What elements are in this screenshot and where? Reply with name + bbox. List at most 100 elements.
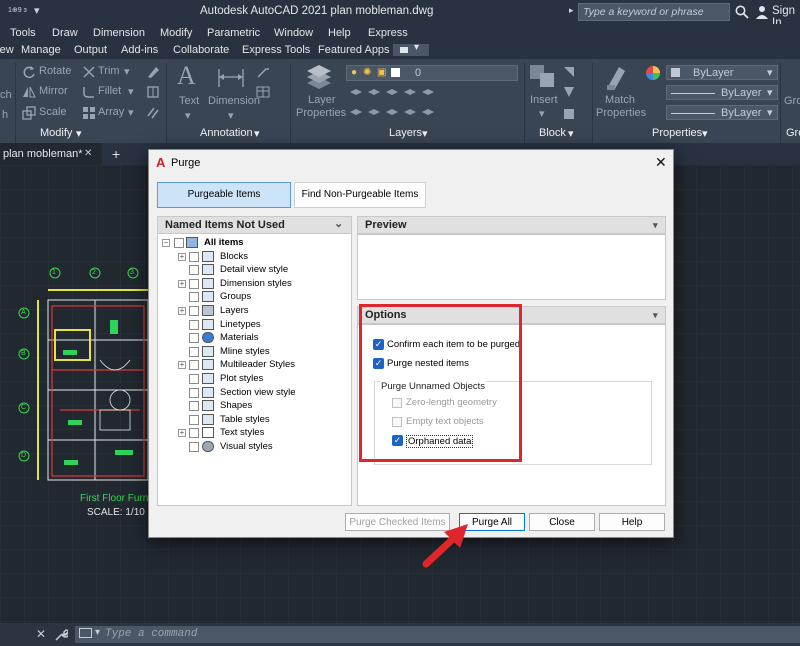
close-tab-icon[interactable]: ✕ bbox=[84, 148, 92, 159]
menu-dimension[interactable]: Dimension bbox=[93, 27, 145, 39]
erase-icon[interactable] bbox=[146, 65, 160, 79]
modify-panel-label[interactable]: Modify bbox=[40, 127, 72, 139]
scale-button[interactable]: Scale bbox=[39, 106, 67, 118]
tab-manage[interactable]: Manage bbox=[21, 44, 61, 56]
layers-panel-dropdown-icon[interactable]: ▾ bbox=[422, 127, 428, 140]
layer-dropdown[interactable]: ● ✺ ▣ 0 bbox=[346, 65, 518, 81]
color-dropdown[interactable]: ByLayer ▾ bbox=[666, 65, 778, 80]
tree-checkbox[interactable] bbox=[189, 442, 199, 452]
draw-fragment-1[interactable]: ch bbox=[0, 89, 12, 101]
doctab-plan-mobleman[interactable]: plan mobleman* ✕ bbox=[0, 143, 102, 165]
mirror-button[interactable]: Mirror bbox=[39, 85, 68, 97]
menu-express[interactable]: Express bbox=[368, 27, 408, 39]
search-expand-icon[interactable]: ▸ bbox=[569, 5, 574, 16]
tree-checkbox[interactable] bbox=[189, 401, 199, 411]
layer-properties-label-2[interactable]: Properties bbox=[296, 107, 346, 119]
table-icon[interactable] bbox=[256, 85, 270, 99]
tree-item-detail-view[interactable]: Detail view style bbox=[220, 264, 288, 277]
menu-draw[interactable]: Draw bbox=[52, 27, 78, 39]
tree-checkbox[interactable] bbox=[174, 238, 184, 248]
tree-item-groups[interactable]: Groups bbox=[220, 291, 251, 304]
quick-access-toolbar[interactable]: 1⊕9 ɜ bbox=[8, 6, 27, 14]
menu-tools[interactable]: Tools bbox=[10, 27, 36, 39]
layers-panel-label[interactable]: Layers bbox=[389, 127, 422, 139]
tree-item-table-styles[interactable]: Table styles bbox=[220, 414, 270, 427]
groups-panel-label[interactable]: Gro bbox=[786, 127, 800, 139]
block-tools-icons[interactable] bbox=[562, 65, 576, 125]
tab-collaborate[interactable]: Collaborate bbox=[173, 44, 229, 56]
linetype-dropdown[interactable]: ByLayer ▾ bbox=[666, 85, 778, 100]
close-dialog-icon[interactable]: ✕ bbox=[655, 154, 667, 171]
collapse-chevron-icon[interactable]: ⌄ bbox=[334, 216, 343, 232]
menu-parametric[interactable]: Parametric bbox=[207, 27, 260, 39]
properties-panel-label[interactable]: Properties bbox=[652, 127, 702, 139]
lineweight-dropdown[interactable]: ByLayer ▾ bbox=[666, 105, 778, 120]
match-label-2[interactable]: Properties bbox=[596, 107, 646, 119]
menu-modify[interactable]: Modify bbox=[160, 27, 192, 39]
expand-icon[interactable]: + bbox=[178, 280, 186, 288]
text-button[interactable]: Text bbox=[179, 95, 199, 107]
tree-item-materials[interactable]: Materials bbox=[220, 332, 259, 345]
tree-checkbox[interactable] bbox=[189, 333, 199, 343]
offset-icon[interactable] bbox=[146, 106, 160, 120]
dimension-dropdown-icon[interactable]: ▾ bbox=[228, 109, 234, 122]
dimension-button[interactable]: Dimension bbox=[208, 95, 260, 107]
tree-item-shapes[interactable]: Shapes bbox=[220, 400, 252, 413]
tree-item-blocks[interactable]: Blocks bbox=[220, 251, 248, 264]
tree-item-linetypes[interactable]: Linetypes bbox=[220, 319, 261, 332]
tree-item-mline-styles[interactable]: Mline styles bbox=[220, 346, 270, 359]
tree-checkbox[interactable] bbox=[189, 415, 199, 425]
block-panel-label[interactable]: Block bbox=[539, 127, 566, 139]
tree-item-layers[interactable]: Layers bbox=[220, 305, 249, 318]
user-icon[interactable] bbox=[756, 5, 768, 19]
new-tab-icon[interactable]: + bbox=[112, 146, 120, 162]
trim-button[interactable]: Trim bbox=[98, 65, 120, 77]
chevron-down-icon[interactable]: ▾ bbox=[95, 627, 100, 638]
search-icon[interactable] bbox=[735, 5, 749, 19]
tab-featured-apps[interactable]: Featured Apps bbox=[318, 44, 390, 56]
tree-item-section-view[interactable]: Section view style bbox=[220, 387, 296, 400]
layer-tool-icons[interactable] bbox=[348, 88, 508, 128]
tree-checkbox[interactable] bbox=[189, 265, 199, 275]
tree-checkbox[interactable] bbox=[189, 360, 199, 370]
groups-fragment[interactable]: Gro bbox=[784, 95, 800, 107]
tree-item-visual-styles[interactable]: Visual styles bbox=[220, 441, 273, 454]
tree-checkbox[interactable] bbox=[189, 374, 199, 384]
tree-item-text-styles[interactable]: Text styles bbox=[220, 427, 264, 440]
close-cmdline-icon[interactable]: ✕ bbox=[36, 627, 46, 641]
help-button[interactable]: Help bbox=[599, 513, 665, 531]
draw-fragment-2[interactable]: h bbox=[2, 109, 8, 121]
tree-item-plot-styles[interactable]: Plot styles bbox=[220, 373, 263, 386]
tree-checkbox[interactable] bbox=[189, 252, 199, 262]
text-dropdown-icon[interactable]: ▾ bbox=[185, 109, 191, 122]
qa-dropdown-icon[interactable]: ▾ bbox=[34, 4, 40, 17]
command-input[interactable]: ▾ Type a command bbox=[75, 626, 800, 643]
tree-item-all[interactable]: All items bbox=[204, 237, 244, 250]
layer-properties-label-1[interactable]: Layer bbox=[308, 94, 336, 106]
tree-checkbox[interactable] bbox=[189, 388, 199, 398]
tab-addins[interactable]: Add-ins bbox=[121, 44, 158, 56]
trim-dropdown-icon[interactable]: ▾ bbox=[124, 65, 130, 78]
collapse-chevron-icon[interactable]: ▾ bbox=[653, 217, 658, 233]
tree-checkbox[interactable] bbox=[189, 292, 199, 302]
tab-find-non-purgeable[interactable]: Find Non-Purgeable Items bbox=[294, 182, 426, 208]
insert-dropdown-icon[interactable]: ▾ bbox=[539, 107, 545, 120]
menu-help[interactable]: Help bbox=[328, 27, 351, 39]
close-button[interactable]: Close bbox=[529, 513, 595, 531]
help-search-input[interactable]: Type a keyword or phrase bbox=[578, 3, 730, 21]
tab-view[interactable]: View bbox=[0, 44, 14, 56]
tab-output[interactable]: Output bbox=[74, 44, 107, 56]
collapse-chevron-icon[interactable]: ▾ bbox=[653, 307, 658, 323]
ribbon-options-toggle[interactable]: ▾ bbox=[393, 42, 429, 56]
fillet-dropdown-icon[interactable]: ▾ bbox=[128, 85, 134, 98]
fillet-button[interactable]: Fillet bbox=[98, 85, 121, 97]
tree-checkbox[interactable] bbox=[189, 320, 199, 330]
leader-icon[interactable] bbox=[256, 65, 270, 79]
tree-checkbox[interactable] bbox=[189, 428, 199, 438]
tree-checkbox[interactable] bbox=[189, 279, 199, 289]
menu-window[interactable]: Window bbox=[274, 27, 313, 39]
tree-checkbox[interactable] bbox=[189, 306, 199, 316]
array-dropdown-icon[interactable]: ▾ bbox=[128, 106, 134, 119]
match-label-1[interactable]: Match bbox=[605, 94, 635, 106]
rotate-button[interactable]: Rotate bbox=[39, 65, 71, 77]
